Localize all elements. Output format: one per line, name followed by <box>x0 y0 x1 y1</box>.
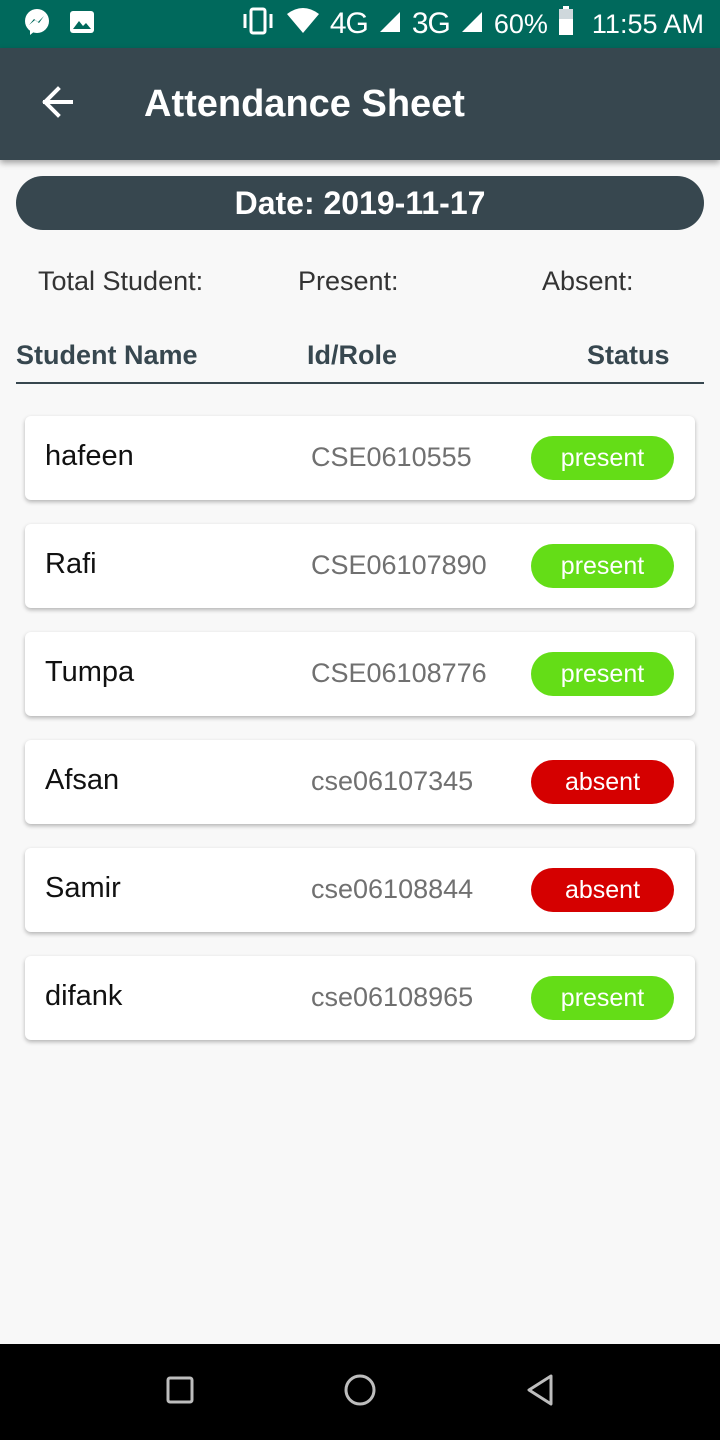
back-icon <box>525 1374 555 1411</box>
recent-apps-button[interactable] <box>160 1372 200 1412</box>
clock: 11:55 AM <box>591 8 704 39</box>
student-name: Samir <box>45 872 121 904</box>
image-icon <box>68 8 96 41</box>
wifi-icon <box>286 7 320 41</box>
student-row[interactable]: Tumpa CSE06108776 present <box>25 632 695 716</box>
date-banner: Date: 2019-11-17 <box>16 176 704 230</box>
table-header: Student Name Id/Role Status <box>16 336 704 384</box>
student-id: cse06108965 <box>311 982 474 1012</box>
column-header-name: Student Name <box>16 340 198 370</box>
student-name: hafeen <box>45 440 134 472</box>
status-badge[interactable]: present <box>531 544 674 588</box>
back-button[interactable] <box>18 66 94 142</box>
home-button[interactable] <box>340 1372 380 1412</box>
student-row[interactable]: Rafi CSE06107890 present <box>25 524 695 608</box>
navigation-bar <box>0 1344 720 1440</box>
student-row[interactable]: Afsan cse06107345 absent <box>25 740 695 824</box>
total-student-label: Total Student: <box>38 266 204 296</box>
student-row[interactable]: hafeen CSE0610555 present <box>25 416 695 500</box>
student-name: difank <box>45 980 123 1012</box>
signal-icon <box>460 9 484 40</box>
status-badge[interactable]: present <box>531 976 674 1020</box>
present-count-label: Present: <box>298 266 399 296</box>
absent-count-label: Absent: <box>542 266 634 296</box>
student-row[interactable]: difank cse06108965 present <box>25 956 695 1040</box>
student-id: CSE0610555 <box>311 442 472 472</box>
battery-percentage: 60% <box>493 8 548 39</box>
app-bar: Attendance Sheet <box>0 48 720 160</box>
column-header-id: Id/Role <box>307 340 398 370</box>
page-title: Attendance Sheet <box>144 82 465 125</box>
student-name: Rafi <box>45 548 97 580</box>
back-arrow-icon <box>38 84 74 125</box>
status-badge[interactable]: absent <box>531 868 674 912</box>
vibrate-icon <box>240 7 276 42</box>
recent-apps-icon <box>166 1376 194 1409</box>
student-id: cse06107345 <box>311 766 474 796</box>
nav-back-button[interactable] <box>520 1372 560 1412</box>
column-header-status: Status <box>587 340 670 370</box>
home-icon <box>343 1373 377 1412</box>
battery-icon <box>558 5 574 43</box>
student-name: Tumpa <box>45 656 135 688</box>
student-id: cse06108844 <box>311 874 474 904</box>
student-row[interactable]: Samir cse06108844 absent <box>25 848 695 932</box>
status-bar: 4G 3G 60% 11:55 AM <box>0 0 720 48</box>
status-badge[interactable]: absent <box>531 760 674 804</box>
student-id: CSE06108776 <box>311 658 487 688</box>
status-badge[interactable]: present <box>531 436 674 480</box>
status-badge[interactable]: present <box>531 652 674 696</box>
student-id: CSE06107890 <box>311 550 487 580</box>
student-name: Afsan <box>45 764 120 796</box>
network-type-4g: 4G <box>329 7 369 40</box>
network-type-3g: 3G <box>411 7 451 40</box>
signal-icon <box>378 9 402 40</box>
messenger-icon <box>22 7 52 42</box>
